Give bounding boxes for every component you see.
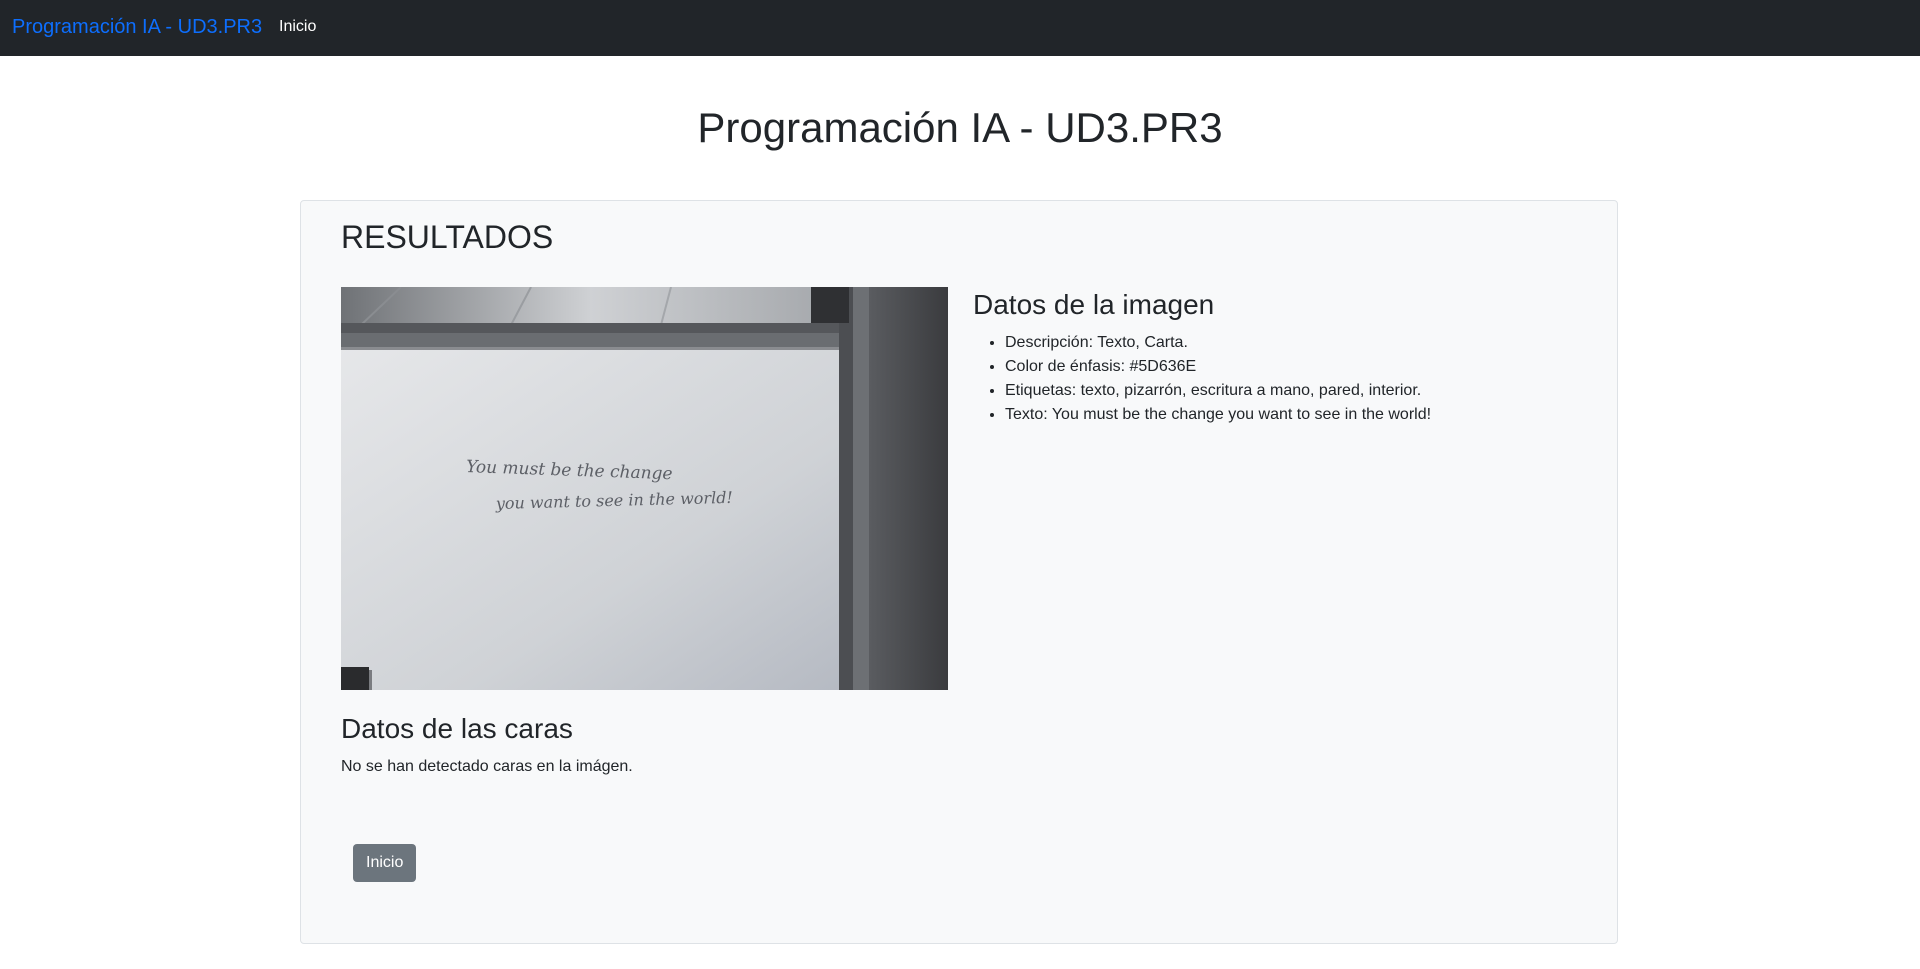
analyzed-image: You must be the change you want to see i… — [341, 287, 948, 690]
image-data-list: Descripción: Texto, Carta. Color de énfa… — [973, 331, 1573, 427]
navbar-brand-link[interactable]: Programación IA - UD3.PR3 — [12, 15, 262, 39]
page-title: Programación IA - UD3.PR3 — [697, 104, 1223, 151]
image-data-tags: Etiquetas: texto, pizarrón, escritura a … — [1005, 379, 1573, 403]
faces-data-section: Datos de las caras No se han detectado c… — [341, 711, 1041, 779]
image-data-text: Texto: You must be the change you want t… — [1005, 403, 1573, 427]
image-data-section: Datos de la imagen Descripción: Texto, C… — [973, 287, 1573, 427]
image-data-heading: Datos de la imagen — [973, 289, 1215, 320]
faces-data-message: No se han detectado caras en la imágen. — [341, 758, 633, 775]
image-data-description: Descripción: Texto, Carta. — [1005, 331, 1573, 355]
nav-link-inicio[interactable]: Inicio — [279, 17, 316, 37]
image-data-accent-color: Color de énfasis: #5D636E — [1005, 355, 1573, 379]
top-navbar: Programación IA - UD3.PR3 Inicio — [0, 0, 1920, 56]
home-button[interactable]: Inicio — [353, 844, 417, 882]
faces-data-heading: Datos de las caras — [341, 713, 573, 744]
results-heading: RESULTADOS — [341, 219, 554, 255]
results-card: RESULTADOS You must be the change you wa… — [300, 200, 1618, 944]
